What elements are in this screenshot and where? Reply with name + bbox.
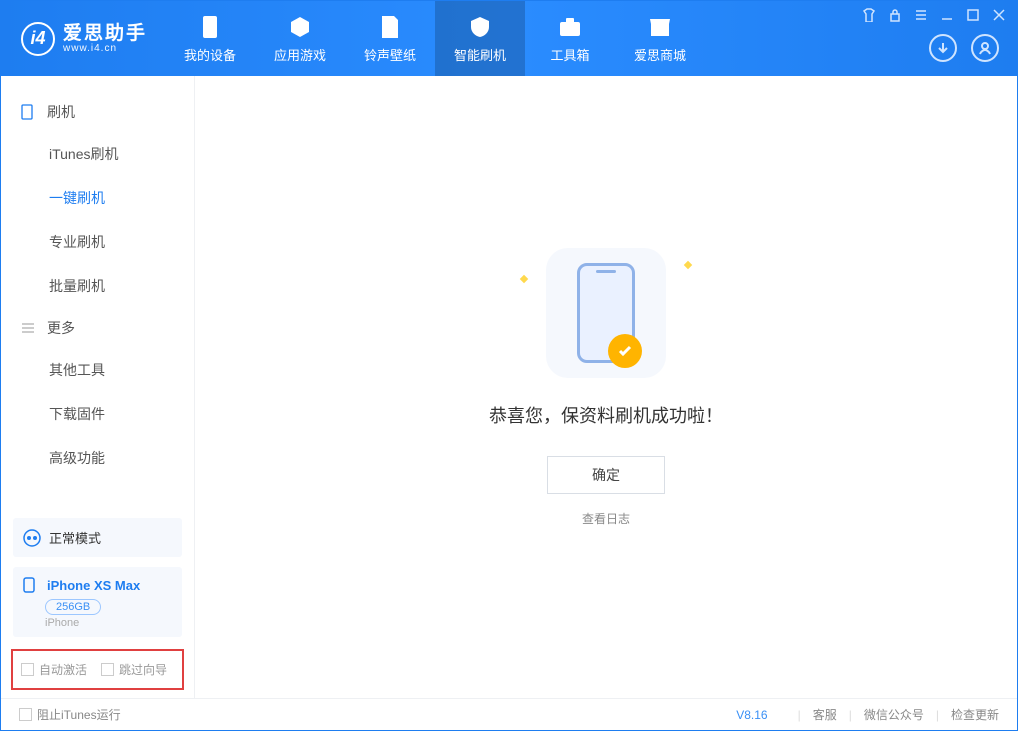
device-name: iPhone XS Max xyxy=(47,578,140,593)
ok-button[interactable]: 确定 xyxy=(547,456,665,494)
window-controls xyxy=(861,7,1007,23)
shield-refresh-icon xyxy=(467,14,493,40)
sidebar-section-more: 更多 xyxy=(1,308,194,348)
status-icon xyxy=(23,529,41,547)
status-label: 正常模式 xyxy=(49,528,101,547)
device-phone-icon xyxy=(23,577,39,593)
nav-label: 我的设备 xyxy=(184,45,236,64)
success-message: 恭喜您，保资料刷机成功啦！ xyxy=(489,402,723,428)
download-button[interactable] xyxy=(929,34,957,62)
success-illustration xyxy=(546,248,666,378)
nav-smart-flash[interactable]: 智能刷机 xyxy=(435,1,525,76)
music-file-icon xyxy=(377,14,403,40)
device-mode-status[interactable]: 正常模式 xyxy=(13,518,182,557)
sidebar-section-flash: 刷机 xyxy=(1,92,194,132)
nav-label: 工具箱 xyxy=(551,45,590,64)
device-icon xyxy=(197,14,223,40)
view-log-link[interactable]: 查看日志 xyxy=(582,510,630,527)
nav-label: 铃声壁纸 xyxy=(364,45,416,64)
nav-my-device[interactable]: 我的设备 xyxy=(165,1,255,76)
nav-store[interactable]: 爱思商城 xyxy=(615,1,705,76)
footer-link-update[interactable]: 检查更新 xyxy=(951,706,999,723)
auto-activate-checkbox[interactable]: 自动激活 xyxy=(21,661,87,678)
sidebar-item-download-firmware[interactable]: 下载固件 xyxy=(1,392,194,436)
nav-label: 爱思商城 xyxy=(634,45,686,64)
sidebar-menu: 刷机 iTunes刷机 一键刷机 专业刷机 批量刷机 更多 其他工具 下载固件 … xyxy=(1,76,194,518)
flash-options-highlighted: 自动激活 跳过向导 xyxy=(11,649,184,690)
section-title: 更多 xyxy=(47,318,75,338)
block-itunes-checkbox[interactable]: 阻止iTunes运行 xyxy=(19,706,121,723)
skip-guide-checkbox[interactable]: 跳过向导 xyxy=(101,661,167,678)
header-right-buttons xyxy=(929,34,999,62)
app-body: 刷机 iTunes刷机 一键刷机 专业刷机 批量刷机 更多 其他工具 下载固件 … xyxy=(1,76,1017,698)
nav-ringtones[interactable]: 铃声壁纸 xyxy=(345,1,435,76)
minimize-icon[interactable] xyxy=(939,7,955,23)
connected-device-card[interactable]: iPhone XS Max 256GB iPhone xyxy=(13,567,182,637)
status-bar: 阻止iTunes运行 V8.16 | 客服 | 微信公众号 | 检查更新 xyxy=(1,698,1017,730)
shirt-icon[interactable] xyxy=(861,7,877,23)
section-title: 刷机 xyxy=(47,102,75,122)
menu-icon[interactable] xyxy=(913,7,929,23)
top-nav: 我的设备 应用游戏 铃声壁纸 智能刷机 工具箱 爱思商城 xyxy=(165,1,705,76)
nav-toolbox[interactable]: 工具箱 xyxy=(525,1,615,76)
cube-icon xyxy=(287,14,313,40)
brand-name: 爱思助手 xyxy=(63,24,147,43)
brand-logo-icon: i4 xyxy=(21,22,55,56)
sidebar-item-advanced[interactable]: 高级功能 xyxy=(1,436,194,480)
sidebar-item-pro-flash[interactable]: 专业刷机 xyxy=(1,220,194,264)
phone-drawing-icon xyxy=(577,263,635,363)
brand: i4 爱思助手 www.i4.cn xyxy=(1,1,165,76)
footer-link-support[interactable]: 客服 xyxy=(813,706,837,723)
main-content: 恭喜您，保资料刷机成功啦！ 确定 查看日志 xyxy=(195,76,1017,698)
app-header: i4 爱思助手 www.i4.cn 我的设备 应用游戏 铃声壁纸 智能刷机 工具… xyxy=(1,1,1017,76)
sidebar-item-other-tools[interactable]: 其他工具 xyxy=(1,348,194,392)
store-icon xyxy=(647,14,673,40)
nav-label: 应用游戏 xyxy=(274,45,326,64)
phone-icon xyxy=(21,104,37,120)
sidebar-item-itunes-flash[interactable]: iTunes刷机 xyxy=(1,132,194,176)
device-capacity: 256GB xyxy=(45,599,101,615)
toolbox-icon xyxy=(557,14,583,40)
version-label: V8.16 xyxy=(736,708,767,722)
user-button[interactable] xyxy=(971,34,999,62)
maximize-icon[interactable] xyxy=(965,7,981,23)
hamburger-icon xyxy=(21,322,37,334)
lock-icon[interactable] xyxy=(887,7,903,23)
close-icon[interactable] xyxy=(991,7,1007,23)
sidebar-item-oneclick-flash[interactable]: 一键刷机 xyxy=(1,176,194,220)
footer-link-wechat[interactable]: 微信公众号 xyxy=(864,706,924,723)
sidebar: 刷机 iTunes刷机 一键刷机 专业刷机 批量刷机 更多 其他工具 下载固件 … xyxy=(1,76,195,698)
brand-text: 爱思助手 www.i4.cn xyxy=(63,24,147,54)
brand-site: www.i4.cn xyxy=(63,43,147,54)
sidebar-item-batch-flash[interactable]: 批量刷机 xyxy=(1,264,194,308)
device-type: iPhone xyxy=(45,617,172,629)
nav-label: 智能刷机 xyxy=(454,45,506,64)
success-check-icon xyxy=(608,334,642,368)
nav-apps-games[interactable]: 应用游戏 xyxy=(255,1,345,76)
